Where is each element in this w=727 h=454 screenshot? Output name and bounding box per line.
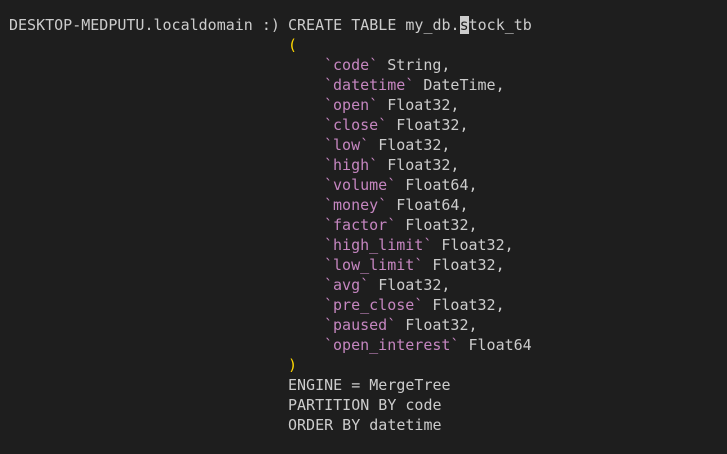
column-name: `high` [324,156,379,174]
column-name: `high_limit` [324,236,433,254]
column-definition-line: `volume` Float64, [324,175,478,195]
column-definition-line: `low` Float32, [324,135,450,155]
column-definition-line: `paused` Float32, [324,315,478,335]
column-name: `avg` [324,276,370,294]
shell-prompt: DESKTOP-MEDPUTU.localdomain :) [9,16,280,34]
column-definition-line: `close` Float32, [324,115,469,135]
column-name: `pre_close` [324,296,424,314]
terminal-output[interactable]: DESKTOP-MEDPUTU.localdomain :) CREATE TA… [0,0,727,454]
column-type: String, [387,56,451,74]
create-table-text: CREATE TABLE my_db. [288,16,460,34]
order-clause: ORDER BY datetime [288,416,442,434]
text-cursor: s [459,16,469,34]
column-name: `datetime` [324,76,415,94]
column-definition-line: `low_limit` Float32, [324,255,505,275]
column-name: `volume` [324,176,397,194]
create-table-line: CREATE TABLE my_db.stock_tb [288,15,532,35]
column-name: `code` [324,56,379,74]
column-type: Float32, [378,276,451,294]
column-definition-line: `high` Float32, [324,155,459,175]
column-type: Float64 [468,336,532,354]
column-type: Float32, [432,296,505,314]
column-name: `open` [324,96,379,114]
column-definition-line: `high_limit` Float32, [324,235,514,255]
column-type: Float64, [396,196,469,214]
column-type: Float32, [378,136,451,154]
column-name: `paused` [324,316,397,334]
column-definition-line: `code` String, [324,55,450,75]
column-definition-line: `money` Float64, [324,195,469,215]
column-type: DateTime, [423,76,505,94]
column-name: `open_interest` [324,336,460,354]
column-name: `money` [324,196,388,214]
column-name: `factor` [324,216,397,234]
column-type: Float64, [405,176,478,194]
column-type: Float32, [405,316,478,334]
column-definition-line: `pre_close` Float32, [324,295,505,315]
table-name-rest: tock_tb [468,16,532,34]
column-definition-line: `factor` Float32, [324,215,478,235]
open-paren: ( [288,36,298,54]
column-type: Float32, [432,256,505,274]
engine-clause: ENGINE = MergeTree [288,376,451,394]
column-type: Float32, [387,96,460,114]
column-name: `close` [324,116,388,134]
close-paren: ) [288,356,298,374]
column-type: Float32, [441,236,514,254]
column-type: Float32, [405,216,478,234]
column-definition-line: `avg` Float32, [324,275,450,295]
partition-clause: PARTITION BY code [288,396,442,414]
column-type: Float32, [396,116,469,134]
column-definition-line: `open` Float32, [324,95,459,115]
column-name: `low_limit` [324,256,424,274]
column-definition-line: `open_interest` Float64 [324,335,532,355]
column-definition-line: `datetime` DateTime, [324,75,505,95]
column-type: Float32, [387,156,460,174]
column-name: `low` [324,136,370,154]
